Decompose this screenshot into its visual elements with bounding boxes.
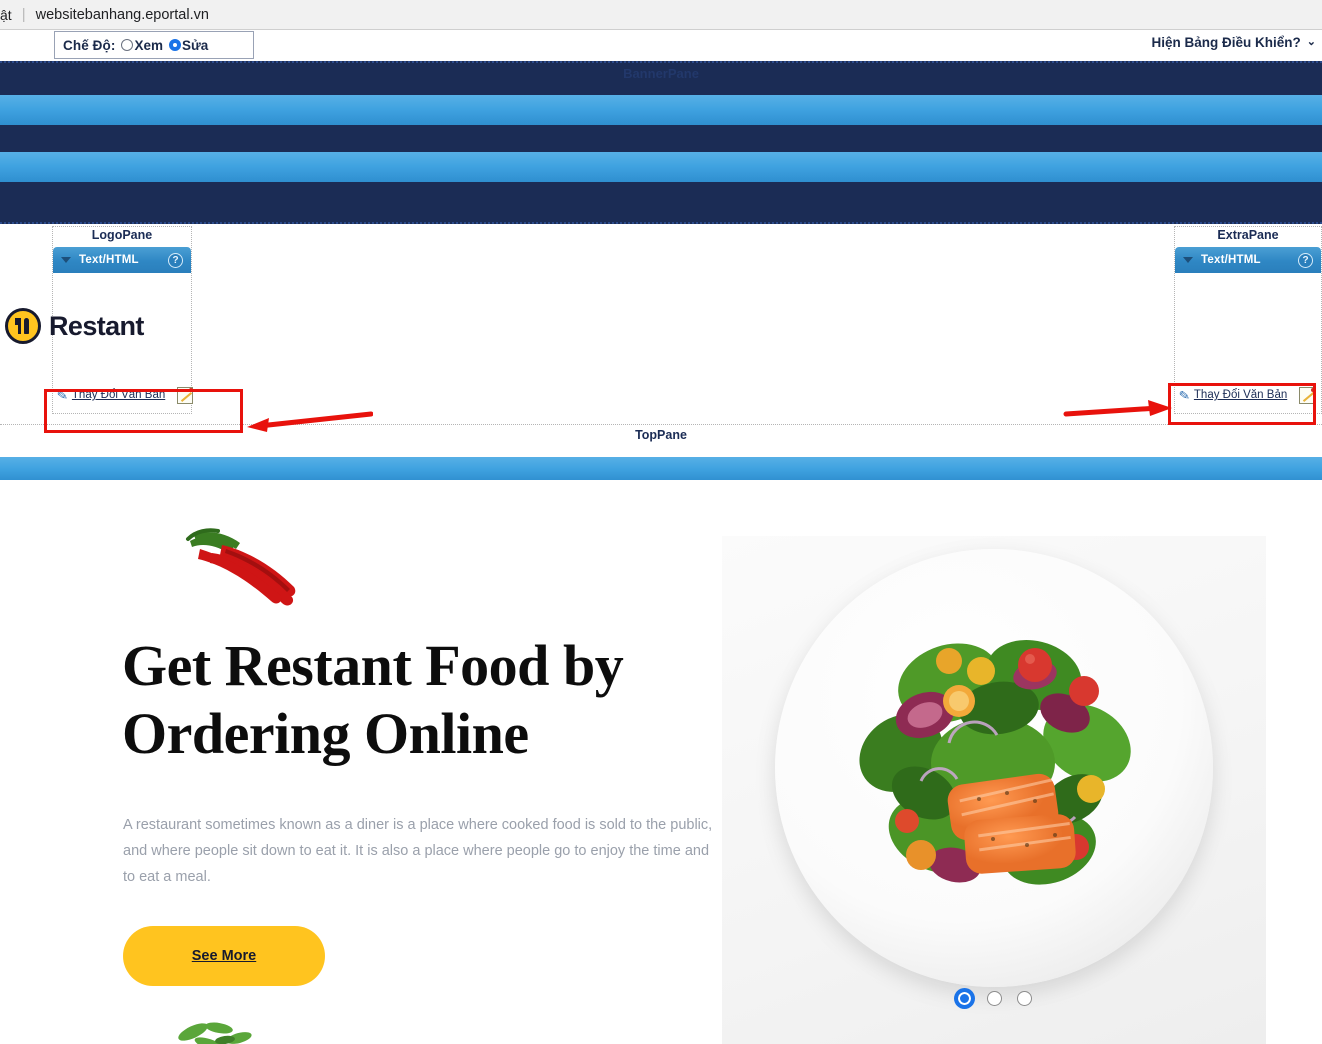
- pencil-icon: ✎: [56, 386, 69, 404]
- radio-edit-label: Sửa: [181, 37, 209, 53]
- mode-label: Chế Độ:: [63, 37, 116, 53]
- edit-pad-icon[interactable]: [177, 386, 194, 404]
- module-title: Text/HTML: [1201, 254, 1261, 266]
- hero-paragraph: A restaurant sometimes known as a diner …: [123, 817, 713, 885]
- change-text-link[interactable]: Thay Đổi Văn Bản: [1194, 389, 1287, 401]
- logo-pane-title: LogoPane: [91, 228, 153, 242]
- help-icon[interactable]: ?: [168, 252, 183, 268]
- carousel-indicators: [722, 991, 1266, 1006]
- see-more-button[interactable]: See More: [123, 926, 325, 986]
- dashboard-toggle-label: Hiện Bảng Điều Khiển?: [1151, 35, 1301, 50]
- browser-tab[interactable]: ật | websitebanhang.eportal.vn: [0, 0, 209, 29]
- radio-view-label: Xem: [134, 37, 163, 53]
- tab-url-text: websitebanhang.eportal.vn: [35, 6, 209, 23]
- hero-section: Get Restant Food by Ordering Online A re…: [0, 480, 1322, 1044]
- tab-title-fragment: ật: [0, 6, 12, 23]
- change-text-link[interactable]: Thay Đổi Văn Bản: [72, 389, 165, 401]
- edit-pad-icon[interactable]: [1299, 386, 1316, 404]
- chevron-down-icon[interactable]: [61, 257, 71, 263]
- carousel-dot-3[interactable]: [1016, 991, 1032, 1006]
- top-pane: TopPane: [0, 424, 1322, 481]
- module-title: Text/HTML: [79, 254, 139, 266]
- carousel-dot-1[interactable]: [956, 991, 972, 1006]
- banner-stripe-1: [0, 95, 1322, 125]
- hero-title-line1: Get Restant Food by: [122, 633, 624, 698]
- extra-pane-module-bar[interactable]: Text/HTML ?: [1175, 247, 1321, 273]
- header-row: LogoPane Text/HTML ? ✎ Thay Đổi Văn Bản …: [0, 224, 1322, 587]
- extra-pane-action-row: ✎ Thay Đổi Văn Bản: [1175, 383, 1321, 407]
- chili-pepper-icon: [186, 528, 296, 606]
- hero-title: Get Restant Food by Ordering Online: [122, 632, 742, 768]
- site-logo[interactable]: Restant: [5, 308, 144, 344]
- page-root: ật | websitebanhang.eportal.vn Chế Độ: X…: [0, 0, 1322, 1044]
- top-pane-label: TopPane: [635, 428, 687, 442]
- mode-option-edit[interactable]: Sửa: [168, 37, 209, 53]
- restaurant-cutlery-icon: [5, 308, 41, 344]
- logo-text: Restant: [49, 310, 144, 341]
- browser-tab-bar: ật | websitebanhang.eportal.vn: [0, 0, 1322, 30]
- plate-graphic: [775, 549, 1213, 987]
- mode-selector[interactable]: Chế Độ: Xem Sửa: [54, 31, 254, 59]
- chevron-down-icon[interactable]: [1183, 257, 1193, 263]
- banner-pane-label: BannerPane: [623, 66, 699, 81]
- tab-divider: |: [21, 6, 26, 23]
- top-pane-stripe: [0, 457, 1322, 481]
- dashboard-toggle[interactable]: Hiện Bảng Điều Khiển? ⌄: [1152, 35, 1316, 50]
- pencil-icon: ✎: [1178, 386, 1191, 404]
- herb-leaf-icon: [178, 1022, 252, 1044]
- extra-pane-title: ExtraPane: [1217, 228, 1279, 242]
- logo-pane-action-row: ✎ Thay Đổi Văn Bản: [53, 383, 194, 407]
- mode-option-view[interactable]: Xem: [121, 38, 163, 53]
- radio-edit[interactable]: [168, 39, 181, 51]
- radio-view[interactable]: [121, 39, 134, 51]
- hero-title-line2: Ordering Online: [122, 701, 529, 766]
- dnn-edit-toolbar: Chế Độ: Xem Sửa Hiện Bảng Điều Khiển? ⌄: [0, 31, 1322, 60]
- help-icon[interactable]: ?: [1298, 252, 1313, 268]
- extra-pane: ExtraPane Text/HTML ? ✎ Thay Đổi Văn Bản: [1174, 226, 1322, 414]
- banner-stripe-2: [0, 152, 1322, 182]
- chevron-down-icon[interactable]: ⌄: [1307, 37, 1316, 48]
- banner-pane: BannerPane: [0, 61, 1322, 224]
- hero-image: [722, 536, 1266, 1044]
- carousel-dot-2[interactable]: [986, 991, 1002, 1006]
- logo-pane-module-bar[interactable]: Text/HTML ?: [53, 247, 191, 273]
- salad-graphic: [829, 603, 1159, 933]
